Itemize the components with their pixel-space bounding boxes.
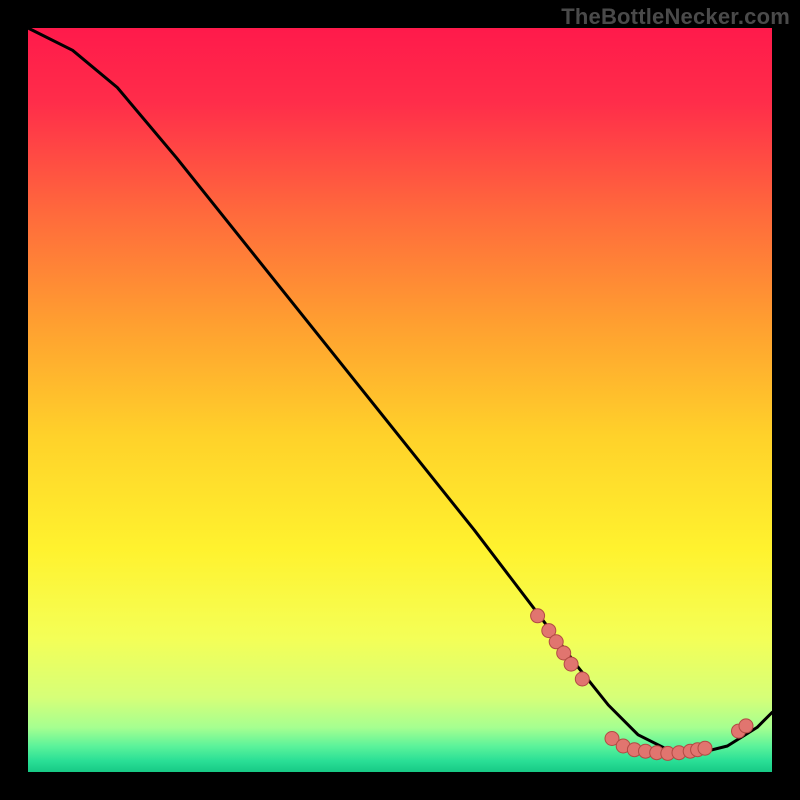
- watermark-label: TheBottleNecker.com: [561, 4, 790, 30]
- data-marker: [698, 741, 712, 755]
- data-marker: [739, 719, 753, 733]
- data-marker: [564, 657, 578, 671]
- chart-canvas: [0, 0, 800, 800]
- data-marker: [575, 672, 589, 686]
- data-marker: [531, 609, 545, 623]
- plot-background: [28, 28, 772, 772]
- chart-frame: TheBottleNecker.com: [0, 0, 800, 800]
